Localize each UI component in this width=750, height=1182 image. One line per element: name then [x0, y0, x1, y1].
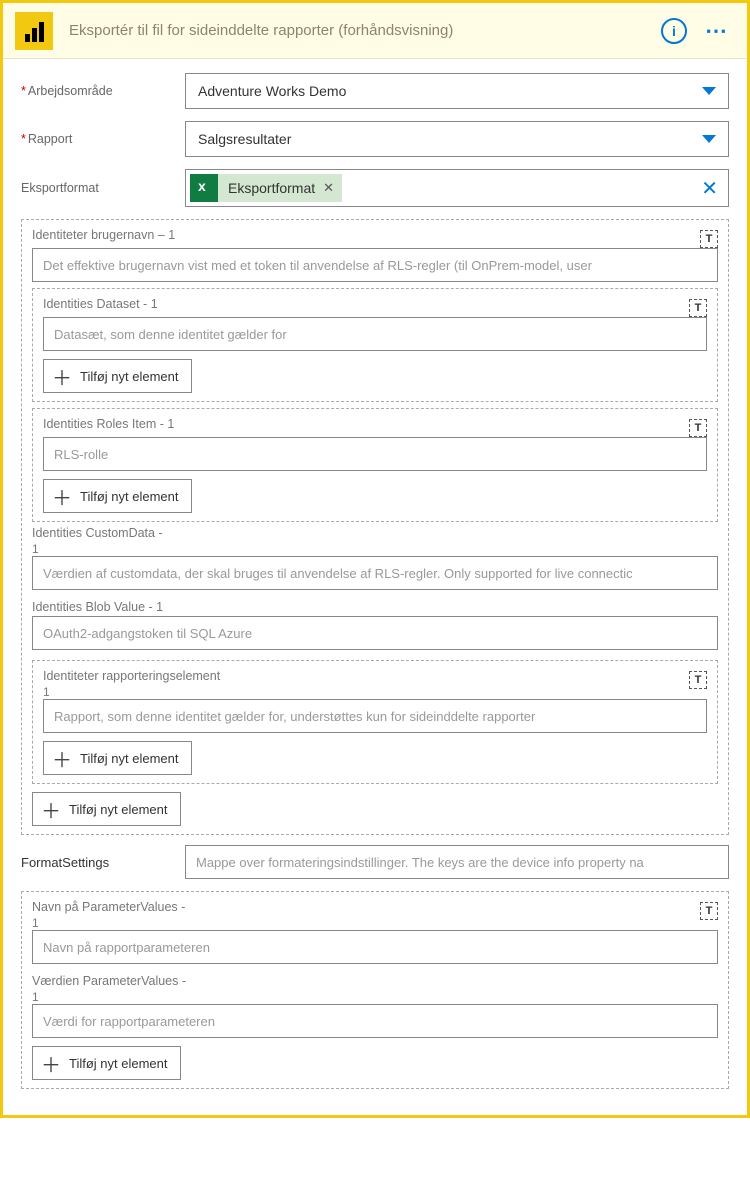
paramname-label: Navn på ParameterValues - [32, 900, 185, 914]
workspace-label: *Arbejdsområde [21, 84, 185, 98]
identities-blob-input[interactable] [32, 616, 718, 650]
identities-dataset-label: Identities Dataset - 1 [43, 297, 158, 311]
token-picker-icon[interactable]: T [700, 230, 718, 248]
workspace-row: *Arbejdsområde Adventure Works Demo [21, 73, 729, 109]
plus-icon: ＋ [52, 744, 72, 773]
workspace-value: Adventure Works Demo [198, 83, 346, 99]
add-parameter-label: Tilføj nyt element [69, 1056, 168, 1071]
info-icon[interactable]: i [661, 18, 687, 44]
paramvalue-label: Værdien ParameterValues - [32, 974, 718, 988]
plus-icon: ＋ [52, 482, 72, 511]
token-picker-icon[interactable]: T [689, 419, 707, 437]
identities-dataset-input[interactable] [43, 317, 707, 351]
report-row: *Rapport Salgsresultater [21, 121, 729, 157]
add-parameter-button[interactable]: ＋ Tilføj nyt element [32, 1046, 181, 1080]
powerbi-logo-icon [15, 12, 53, 50]
paramvalue-input[interactable] [32, 1004, 718, 1038]
token-picker-icon[interactable]: T [689, 299, 707, 317]
identities-roles-label: Identities Roles Item - 1 [43, 417, 174, 431]
plus-icon: ＋ [52, 362, 72, 391]
plus-icon: ＋ [41, 1049, 61, 1078]
add-reportitem-button[interactable]: ＋ Tilføj nyt element [43, 741, 192, 775]
header-title: Eksportér til fil for sideinddelte rappo… [69, 22, 661, 39]
excel-icon [190, 174, 218, 202]
identities-group: Identiteter brugernavn – 1 T Identities … [21, 219, 729, 835]
form-body: *Arbejdsområde Adventure Works Demo *Rap… [3, 59, 747, 1115]
exportformat-label: Eksportformat [21, 181, 185, 195]
app-window: Eksportér til fil for sideinddelte rappo… [0, 0, 750, 1118]
more-icon[interactable]: ⋯ [705, 18, 729, 44]
exportformat-token: Eksportformat ✕ [190, 174, 342, 202]
add-roles-button[interactable]: ＋ Tilføj nyt element [43, 479, 192, 513]
paramname-sub: 1 [32, 916, 185, 930]
add-dataset-label: Tilføj nyt element [80, 369, 179, 384]
identities-customdata-label: Identities CustomData - [32, 526, 718, 540]
identities-customdata-input[interactable] [32, 556, 718, 590]
identities-blob-label: Identities Blob Value - 1 [32, 600, 718, 614]
report-value: Salgsresultater [198, 131, 291, 147]
identities-username-label: Identiteter brugernavn – 1 [32, 228, 175, 242]
identities-roles-group: Identities Roles Item - 1 T ＋ Tilføj nyt… [32, 408, 718, 522]
identities-reportitem-sub: 1 [43, 685, 220, 699]
add-identity-label: Tilføj nyt element [69, 802, 168, 817]
paramname-input[interactable] [32, 930, 718, 964]
exportformat-row: Eksportformat Eksportformat ✕ ✕ [21, 169, 729, 207]
token-remove-icon[interactable]: ✕ [323, 180, 334, 196]
identities-roles-input[interactable] [43, 437, 707, 471]
report-label: *Rapport [21, 132, 185, 146]
chevron-down-icon [702, 87, 716, 95]
clear-icon[interactable]: ✕ [701, 176, 718, 201]
identities-customdata-sub: 1 [32, 542, 718, 556]
chevron-down-icon [702, 135, 716, 143]
token-picker-icon[interactable]: T [700, 902, 718, 920]
add-dataset-button[interactable]: ＋ Tilføj nyt element [43, 359, 192, 393]
report-dropdown[interactable]: Salgsresultater [185, 121, 729, 157]
header-bar: Eksportér til fil for sideinddelte rappo… [3, 3, 747, 59]
identities-reportitem-input[interactable] [43, 699, 707, 733]
paramvalue-sub: 1 [32, 990, 718, 1004]
identities-dataset-group: Identities Dataset - 1 T ＋ Tilføj nyt el… [32, 288, 718, 402]
formatsettings-label: FormatSettings [21, 855, 185, 870]
add-identity-button[interactable]: ＋ Tilføj nyt element [32, 792, 181, 826]
add-roles-label: Tilføj nyt element [80, 489, 179, 504]
exportformat-input[interactable]: Eksportformat ✕ ✕ [185, 169, 729, 207]
add-reportitem-label: Tilføj nyt element [80, 751, 179, 766]
parametervalues-group: Navn på ParameterValues - 1 T Værdien Pa… [21, 891, 729, 1089]
identities-username-input[interactable] [32, 248, 718, 282]
plus-icon: ＋ [41, 795, 61, 824]
token-picker-icon[interactable]: T [689, 671, 707, 689]
formatsettings-input[interactable] [185, 845, 729, 879]
identities-reportitem-group: Identiteter rapporteringselement 1 T ＋ T… [32, 660, 718, 784]
exportformat-token-text: Eksportformat [228, 180, 315, 196]
formatsettings-row: FormatSettings [21, 845, 729, 879]
workspace-dropdown[interactable]: Adventure Works Demo [185, 73, 729, 109]
identities-reportitem-label: Identiteter rapporteringselement [43, 669, 220, 683]
